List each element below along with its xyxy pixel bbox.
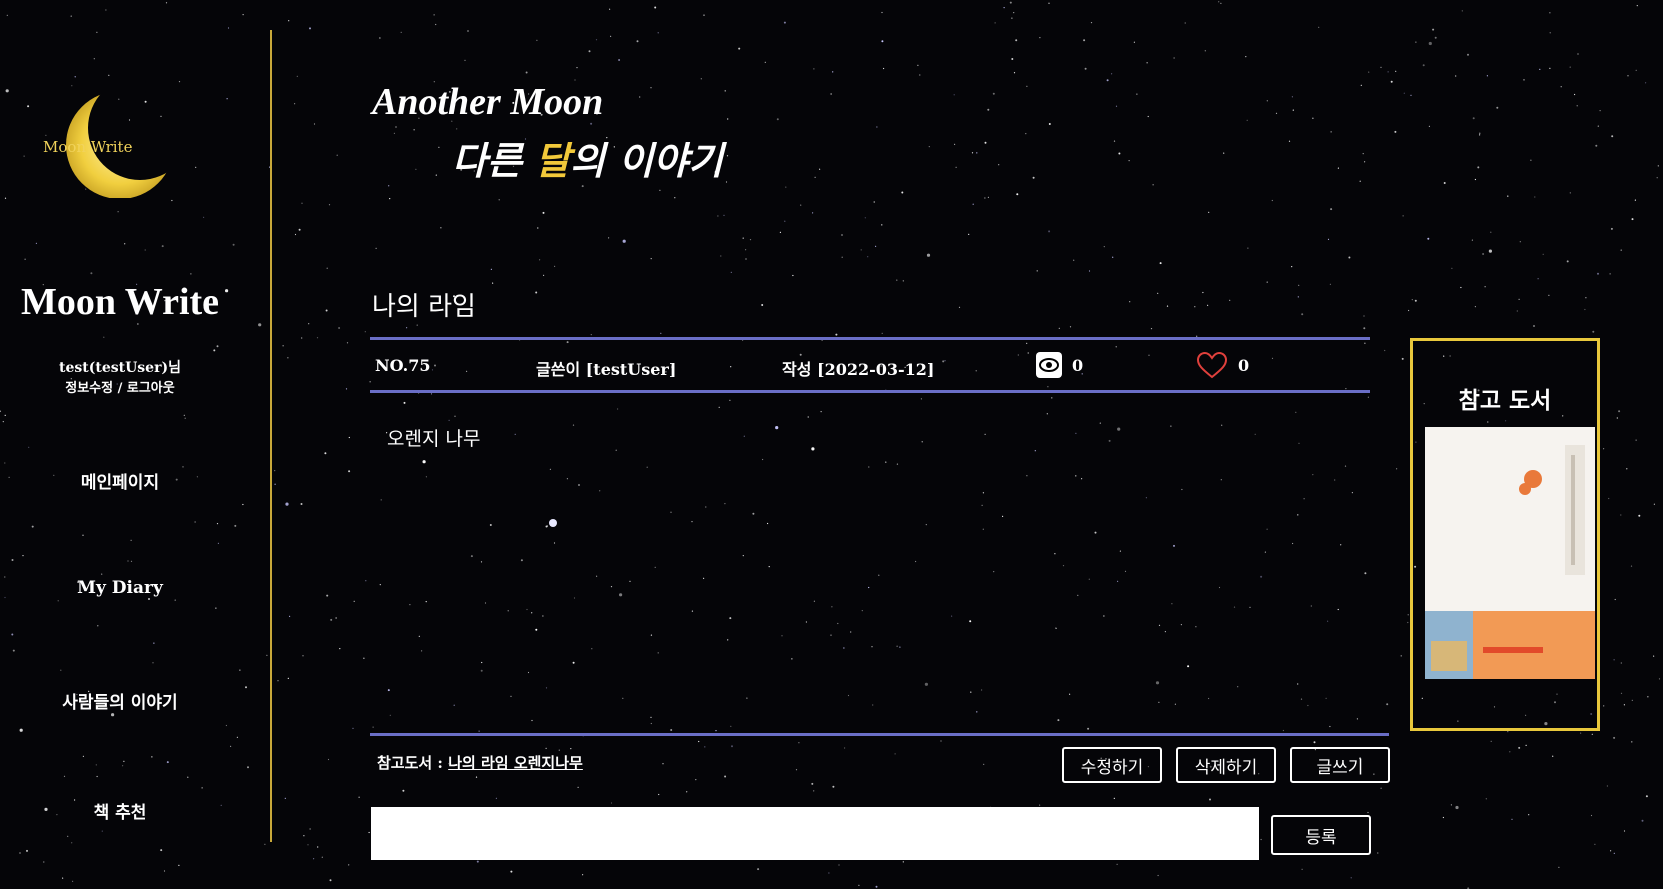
ref-book-label: 참고도서 : [377, 754, 449, 772]
ref-panel-title: 참고 도서 [1458, 387, 1552, 414]
site-title-english: Another Moon [372, 81, 604, 123]
user-greeting: test(testUser)님 [59, 360, 181, 376]
delete-button[interactable]: 삭제하기 [1176, 747, 1276, 783]
edit-button[interactable]: 수정하기 [1062, 747, 1162, 783]
ref-book-link[interactable]: 나의 라임 오렌지나무 [448, 754, 583, 772]
post-body: 오렌지 나무 [387, 428, 481, 450]
post-meta-rule [370, 390, 1370, 393]
heart-icon[interactable] [1196, 351, 1228, 379]
sidebar: Moon Write Moon Write test(testUser)님 정보… [0, 0, 272, 889]
book-cover-image[interactable] [1425, 427, 1595, 679]
eye-icon [1036, 352, 1062, 378]
nav-peoples-stories[interactable]: 사람들의 이야기 [0, 688, 240, 713]
submit-comment-button[interactable]: 등록 [1271, 815, 1371, 855]
comment-input[interactable] [371, 807, 1259, 860]
sidebar-divider [270, 30, 272, 842]
post-author: 글쓴이 [testUser] [536, 360, 677, 379]
post-date: 작성 [2022-03-12] [782, 360, 935, 379]
reference-book-panel: 참고 도서 [1410, 338, 1600, 731]
like-count: 0 [1238, 356, 1250, 375]
reference-book-line: 참고도서 : 나의 라임 오렌지나무 [377, 752, 583, 773]
title-ko-post: 의 이야기 [570, 138, 724, 183]
title-ko-accent: 달 [535, 138, 571, 183]
post-bottom-rule [370, 733, 1389, 736]
post-top-rule [370, 337, 1370, 340]
nav-book-recommend[interactable]: 책 추천 [0, 798, 240, 823]
logo-text: Moon Write [43, 138, 133, 156]
account-links[interactable]: 정보수정 / 로그아웃 [0, 377, 240, 396]
post-title: 나의 라임 [372, 292, 476, 322]
brand-title[interactable]: Moon Write [0, 280, 240, 324]
site-title-korean: 다른 달의 이야기 [452, 130, 723, 185]
write-button[interactable]: 글쓰기 [1290, 747, 1390, 783]
nav-main-page[interactable]: 메인페이지 [0, 468, 240, 493]
post-number: NO.75 [375, 356, 431, 375]
title-ko-pre: 다른 [452, 138, 536, 183]
nav-my-diary[interactable]: My Diary [0, 578, 240, 598]
view-count: 0 [1072, 356, 1084, 375]
